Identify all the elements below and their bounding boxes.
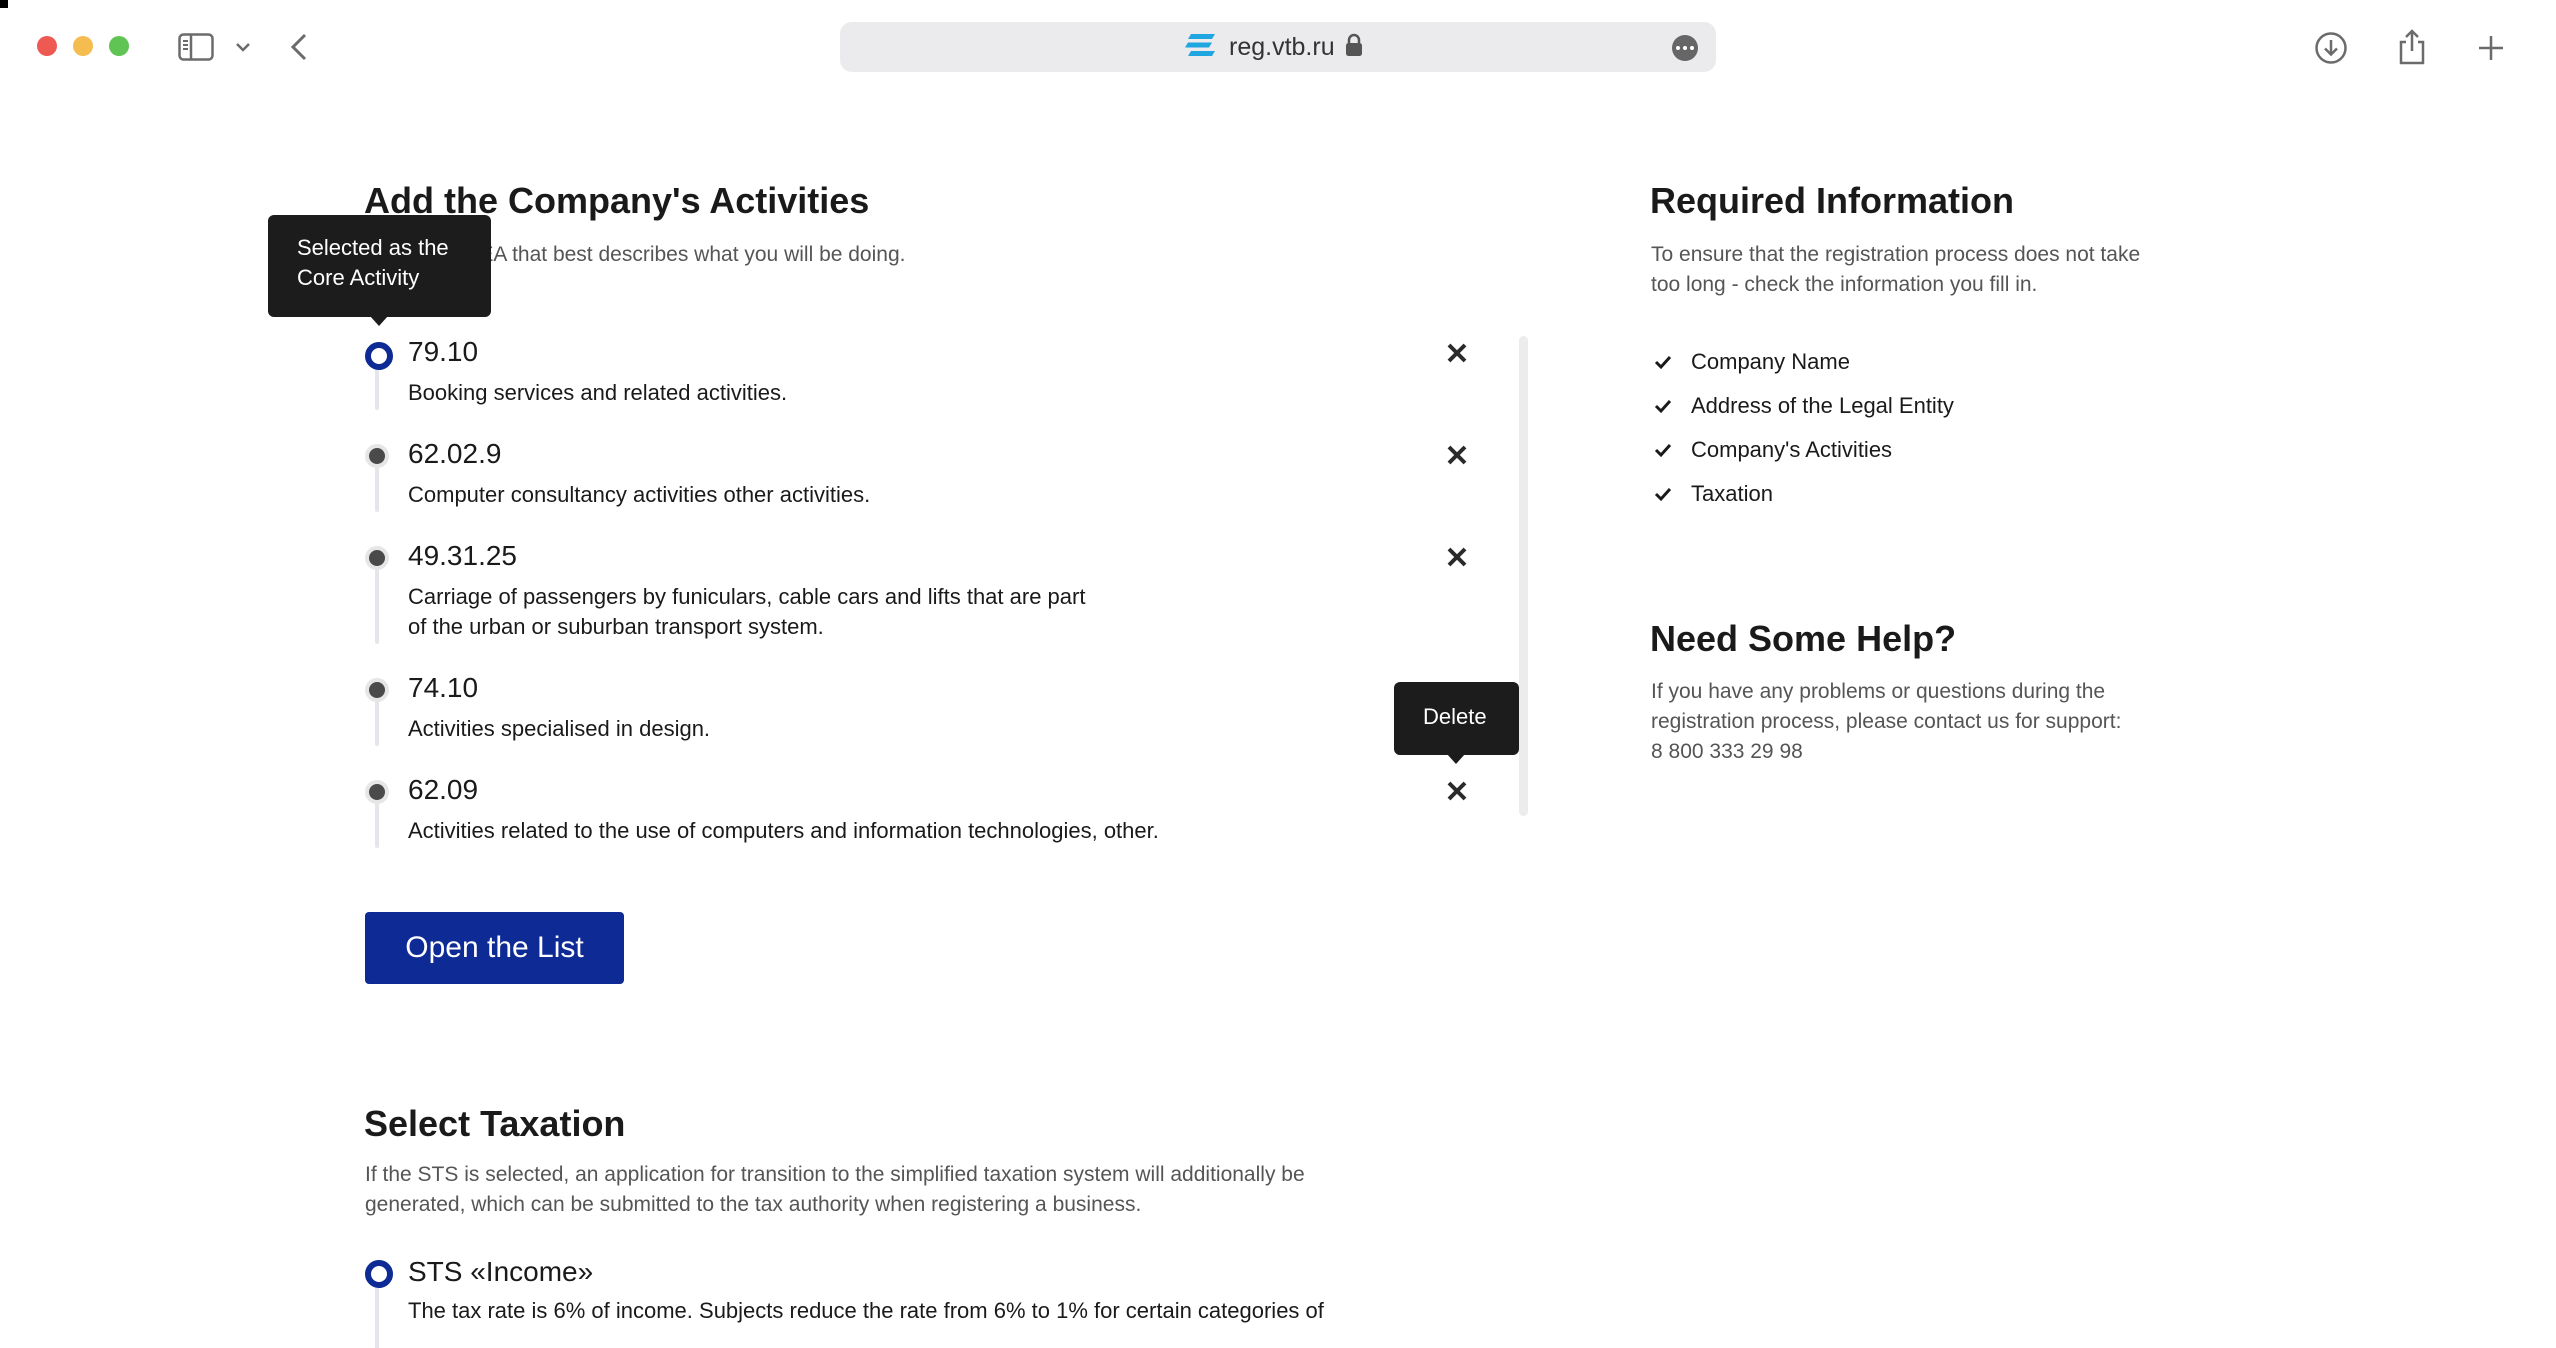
delete-icon[interactable]: [1444, 340, 1470, 366]
taxation-description-line: generated, which can be submitted to the…: [365, 1193, 1142, 1216]
activity-radio[interactable]: [369, 784, 385, 800]
tax-option-name: STS «Income»: [408, 1256, 594, 1287]
activities-scrollbar[interactable]: [1519, 336, 1528, 816]
activity-description-line: Carriage of passengers by funiculars, ca…: [408, 584, 1086, 609]
activity-item[interactable]: 49.31.25 Carriage of passengers by funic…: [365, 540, 1467, 650]
tooltip-text: Delete: [1423, 704, 1487, 729]
sidebar-toggle-icon[interactable]: [178, 33, 214, 61]
close-window-button[interactable]: [37, 36, 57, 56]
activity-item[interactable]: 62.02.9 Computer consultancy activities …: [365, 438, 1467, 518]
more-options-icon[interactable]: [1672, 35, 1698, 61]
required-info-label: Taxation: [1691, 481, 1773, 506]
url-text: reg.vtb.ru: [1229, 32, 1335, 61]
activity-radio[interactable]: [369, 682, 385, 698]
tooltip-line: Core Activity: [297, 265, 420, 290]
checkmark-icon: [1654, 443, 1672, 458]
tax-option-radio[interactable]: [365, 1260, 393, 1288]
activity-radio[interactable]: [369, 448, 385, 464]
required-info-title: Required Information: [1650, 180, 2015, 221]
vtb-logo-icon: [1185, 33, 1215, 61]
tax-option-description: The tax rate is 6% of income. Subjects r…: [408, 1298, 1324, 1323]
required-info-description-line: too long - check the information you fil…: [1651, 273, 2038, 296]
activity-description: Booking services and related activities.: [408, 380, 788, 405]
taxation-title: Select Taxation: [364, 1103, 626, 1144]
activity-code: 79.10: [408, 336, 479, 367]
tooltip-line: Selected as the: [297, 235, 449, 260]
chevron-down-icon[interactable]: [234, 40, 252, 54]
activity-description: Computer consultancy activities other ac…: [408, 482, 871, 507]
required-info-item: Company's Activities: [1653, 428, 1954, 472]
taxation-description-line: If the STS is selected, an application f…: [365, 1163, 1305, 1186]
open-list-button[interactable]: Open the List: [365, 912, 624, 984]
activity-description: Activities specialised in design.: [408, 716, 711, 741]
delete-tooltip: Delete: [1394, 682, 1519, 764]
help-description-line: registration process, please contact us …: [1651, 710, 2122, 733]
required-info-description-line: To ensure that the registration process …: [1651, 243, 2141, 266]
window-corner: [0, 0, 8, 8]
required-info-label: Company's Activities: [1691, 437, 1893, 462]
lock-icon: [1345, 33, 1363, 62]
core-activity-tooltip: Selected as the Core Activity: [268, 215, 491, 326]
zoom-window-button[interactable]: [109, 36, 129, 56]
activity-rail: [375, 796, 379, 848]
core-activity-radio[interactable]: [365, 342, 393, 370]
activity-code: 74.10: [408, 672, 479, 703]
activity-rail: [375, 562, 379, 644]
activity-rail: [375, 694, 379, 746]
activity-item[interactable]: 62.09 Activities related to the use of c…: [365, 774, 1467, 854]
checkmark-icon: [1654, 399, 1672, 414]
back-arrow-icon[interactable]: [288, 32, 310, 62]
activity-rail: [375, 460, 379, 512]
delete-icon[interactable]: [1444, 442, 1470, 468]
required-info-item: Company Name: [1653, 340, 1954, 384]
delete-icon[interactable]: [1444, 778, 1470, 804]
checkmark-icon: [1654, 487, 1672, 502]
share-icon[interactable]: [2397, 28, 2427, 66]
delete-icon[interactable]: [1444, 544, 1470, 570]
required-info-label: Address of the Legal Entity: [1691, 393, 1954, 418]
activity-code: 62.02.9: [408, 438, 502, 469]
activity-code: 62.09: [408, 774, 479, 805]
help-description-line: If you have any problems or questions du…: [1651, 680, 2106, 703]
required-info-label: Company Name: [1691, 349, 1850, 374]
help-title: Need Some Help?: [1650, 618, 1957, 659]
activity-radio[interactable]: [369, 550, 385, 566]
checkmark-icon: [1654, 355, 1672, 370]
activity-description-line: of the urban or suburban transport syste…: [408, 614, 824, 639]
activity-description: Activities related to the use of compute…: [408, 818, 1159, 843]
minimize-window-button[interactable]: [73, 36, 93, 56]
download-icon[interactable]: [2314, 31, 2348, 65]
activity-code: 49.31.25: [408, 540, 517, 571]
required-info-list: Company Name Address of the Legal Entity…: [1653, 340, 1954, 516]
new-tab-icon[interactable]: [2477, 34, 2505, 62]
support-phone[interactable]: 8 800 333 29 98: [1651, 737, 1803, 767]
activity-item[interactable]: 79.10 Booking services and related activ…: [365, 336, 1467, 416]
address-bar[interactable]: reg.vtb.ru: [840, 22, 1716, 72]
tax-option-rail: [375, 1288, 379, 1348]
required-info-item: Taxation: [1653, 472, 1954, 516]
required-info-item: Address of the Legal Entity: [1653, 384, 1954, 428]
browser-toolbar: reg.vtb.ru: [0, 0, 2556, 92]
activity-item[interactable]: 74.10 Activities specialised in design.: [365, 672, 1465, 752]
